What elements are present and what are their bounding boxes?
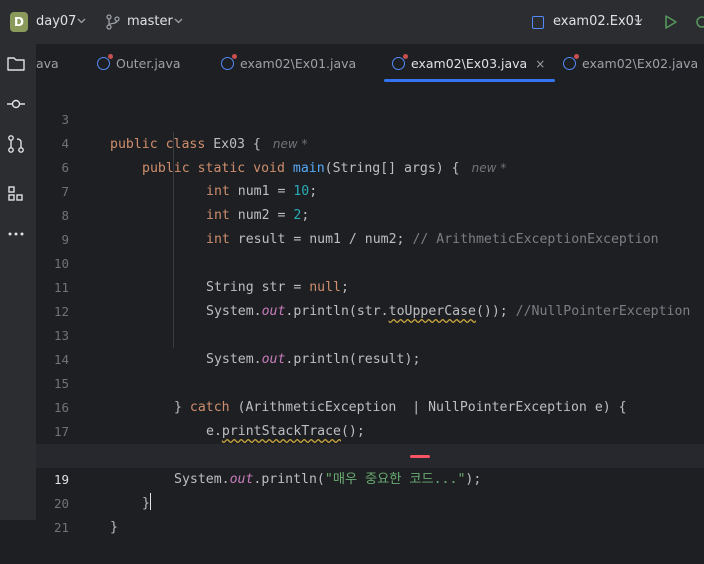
branch-icon[interactable] — [106, 14, 120, 34]
run-icon[interactable] — [664, 14, 678, 34]
chevron-down-icon[interactable] — [174, 17, 183, 27]
tab-ex01-java[interactable]: exam02\Ex01.java — [221, 44, 356, 84]
code-line: 10 String str = null; — [53, 256, 349, 295]
project-name[interactable]: day07 — [36, 14, 76, 29]
code-line: 7 int num2 = 2; — [61, 184, 310, 223]
code-line: 12 — [53, 304, 69, 319]
tab-java-truncated[interactable]: ava — [36, 44, 59, 84]
code-line: 4 public static void main(String[] args)… — [61, 136, 507, 176]
tab-ex03-java[interactable]: exam02\Ex03.java × — [383, 44, 556, 84]
code-line: 16 e.printStackTrace(); — [53, 400, 365, 439]
close-icon[interactable]: × — [535, 57, 545, 71]
class-error-icon — [392, 54, 408, 70]
class-icon — [97, 54, 113, 70]
folder-icon[interactable] — [6, 54, 26, 74]
error-underline — [410, 455, 430, 458]
current-line: 19 } — [36, 444, 704, 511]
title-bar: D day07 master exam02.Ex01 — [0, 0, 704, 44]
class-error-icon — [221, 54, 237, 70]
code-line: 3 public class Ex03 {new * — [61, 112, 308, 152]
chevron-down-icon[interactable] — [77, 17, 86, 27]
structure-icon[interactable] — [6, 184, 26, 204]
tool-window-bar — [0, 44, 37, 520]
code-line: 14 — [53, 352, 69, 367]
code-line: 11 System.out.println(str.toUpperCase())… — [53, 280, 691, 319]
code-editor[interactable]: 3 public class Ex03 {new * 4 public stat… — [36, 84, 704, 535]
editor-tabs: ava Outer.java exam02\Ex01.java exam02\E… — [36, 44, 704, 85]
code-line: 20 } — [53, 496, 118, 535]
debug-icon[interactable] — [694, 14, 704, 34]
tab-ex02-java[interactable]: exam02\Ex02.java — [563, 44, 698, 84]
code-line: 17 } — [53, 424, 182, 463]
class-error-icon — [563, 54, 579, 70]
tab-outer-java[interactable]: Outer.java — [97, 44, 181, 84]
code-line: 21 — [53, 520, 69, 535]
project-badge[interactable]: D — [10, 12, 28, 32]
code-line: 8 int result = num1 / num2; // Arithmeti… — [61, 208, 659, 247]
pull-requests-icon[interactable] — [6, 134, 26, 154]
code-line: 13 System.out.println(result); — [53, 328, 421, 367]
more-icon[interactable] — [6, 224, 26, 244]
run-config-icon — [532, 16, 544, 29]
code-line: 15 } catch (ArithmeticException | NullPo… — [53, 376, 627, 415]
commit-icon[interactable] — [6, 94, 26, 114]
run-config-selector[interactable]: exam02.Ex01 — [553, 14, 642, 29]
code-line: 18 System.out.println("매우 중요한 코드..."); — [54, 448, 482, 487]
chevron-down-icon[interactable] — [634, 17, 643, 27]
code-line: 6 int num1 = 10; — [61, 160, 318, 199]
branch-name[interactable]: master — [127, 14, 173, 29]
code-line: 9 — [61, 232, 69, 247]
